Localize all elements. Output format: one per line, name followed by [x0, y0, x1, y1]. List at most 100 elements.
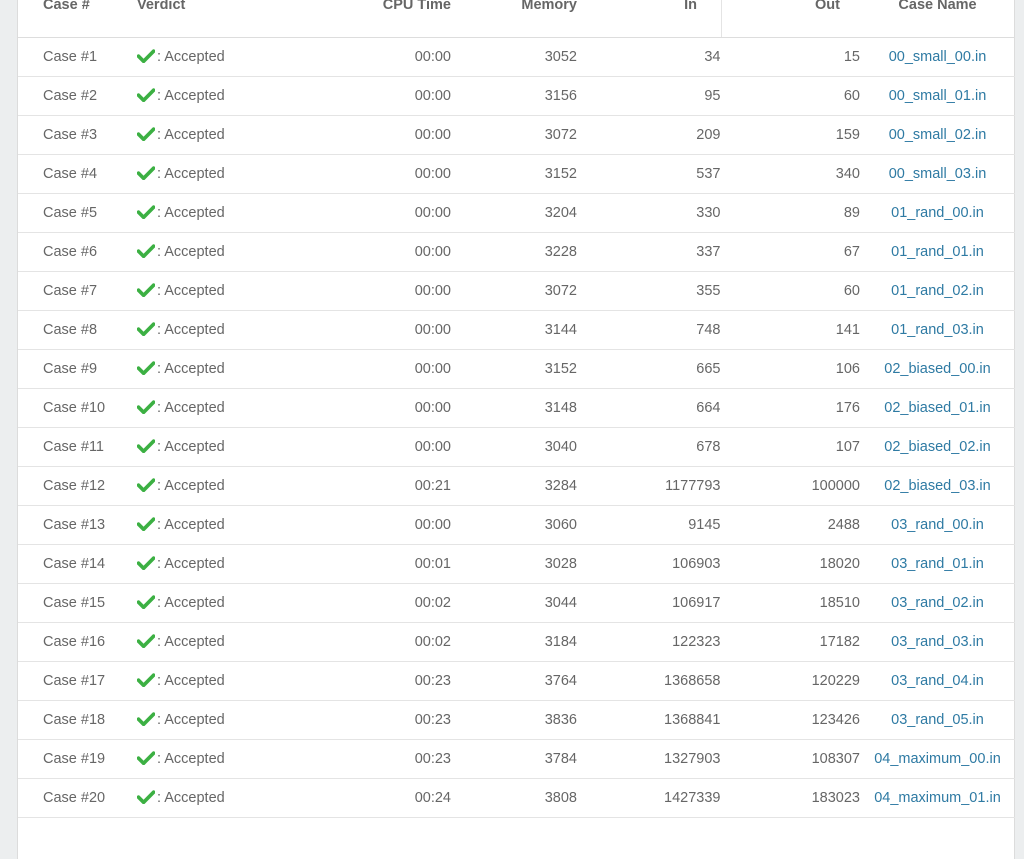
check-icon — [137, 790, 155, 804]
table-row: Case #20 : Accepted 00:24 3808 1427339 1… — [18, 778, 1015, 818]
verdict-label: : Accepted — [157, 400, 225, 416]
header-out[interactable]: Out — [721, 0, 860, 38]
input-size: 95 — [577, 76, 722, 116]
table-row: Case #4 : Accepted 00:00 3152 537 340 00… — [18, 154, 1015, 194]
case-number: Case #11 — [18, 427, 137, 467]
verdict-cell: : Accepted — [137, 115, 243, 155]
input-size: 1327903 — [577, 739, 722, 779]
case-name-link[interactable]: 00_small_02.in — [889, 127, 987, 143]
case-name-link[interactable]: 03_rand_02.in — [891, 595, 984, 611]
case-name-cell: 03_rand_04.in — [860, 661, 1015, 701]
case-name-link[interactable]: 00_small_01.in — [889, 88, 987, 104]
case-number: Case #13 — [18, 505, 137, 545]
case-name-link[interactable]: 03_rand_00.in — [891, 517, 984, 533]
case-name-link[interactable]: 03_rand_05.in — [891, 712, 984, 728]
verdict-label: : Accepted — [157, 361, 225, 377]
case-number: Case #1 — [18, 37, 137, 77]
input-size: 106917 — [577, 583, 722, 623]
case-name-cell: 02_biased_02.in — [860, 427, 1015, 467]
cpu-time: 00:00 — [243, 232, 451, 272]
case-name-cell: 00_small_02.in — [860, 115, 1015, 155]
memory-usage: 3764 — [451, 661, 577, 701]
memory-usage: 3072 — [451, 115, 577, 155]
case-name-cell: 01_rand_03.in — [860, 310, 1015, 350]
memory-usage: 3040 — [451, 427, 577, 467]
case-number: Case #4 — [18, 154, 137, 194]
header-cpu-time[interactable]: CPU Time — [243, 0, 451, 38]
check-icon — [137, 283, 155, 297]
case-name-link[interactable]: 01_rand_03.in — [891, 322, 984, 338]
cpu-time: 00:00 — [243, 505, 451, 545]
output-size: 60 — [721, 271, 860, 311]
case-name-link[interactable]: 00_small_03.in — [889, 166, 987, 182]
case-name-cell: 00_small_03.in — [860, 154, 1015, 194]
case-name-cell: 03_rand_03.in — [860, 622, 1015, 662]
case-name-link[interactable]: 01_rand_02.in — [891, 283, 984, 299]
table-row: Case #2 : Accepted 00:00 3156 95 60 00_s… — [18, 76, 1015, 116]
case-name-link[interactable]: 02_biased_02.in — [884, 439, 990, 455]
case-name-link[interactable]: 02_biased_00.in — [884, 361, 990, 377]
case-name-link[interactable]: 00_small_00.in — [889, 49, 987, 65]
input-size: 209 — [577, 115, 722, 155]
input-size: 330 — [577, 193, 722, 233]
check-icon — [137, 88, 155, 102]
case-name-link[interactable]: 01_rand_00.in — [891, 205, 984, 221]
case-name-link[interactable]: 04_maximum_01.in — [874, 790, 1001, 806]
output-size: 108307 — [721, 739, 860, 779]
cpu-time: 00:24 — [243, 778, 451, 818]
header-memory[interactable]: Memory — [451, 0, 577, 38]
case-name-link[interactable]: 03_rand_04.in — [891, 673, 984, 689]
case-name-cell: 02_biased_00.in — [860, 349, 1015, 389]
output-size: 176 — [721, 388, 860, 428]
header-verdict[interactable]: Verdict — [137, 0, 243, 38]
case-name-cell: 03_rand_02.in — [860, 583, 1015, 623]
verdict-label: : Accepted — [157, 49, 225, 65]
table-row: Case #5 : Accepted 00:00 3204 330 89 01_… — [18, 193, 1015, 233]
verdict-label: : Accepted — [157, 322, 225, 338]
case-name-link[interactable]: 02_biased_01.in — [884, 400, 990, 416]
case-name-cell: 04_maximum_01.in — [860, 778, 1015, 818]
verdict-cell: : Accepted — [137, 544, 243, 584]
cpu-time: 00:23 — [243, 700, 451, 740]
case-name-link[interactable]: 02_biased_03.in — [884, 478, 990, 494]
case-name-cell: 01_rand_02.in — [860, 271, 1015, 311]
verdict-cell: : Accepted — [137, 739, 243, 779]
output-size: 17182 — [721, 622, 860, 662]
case-name-link[interactable]: 01_rand_01.in — [891, 244, 984, 260]
table-row: Case #1 : Accepted 00:00 3052 34 15 00_s… — [18, 37, 1015, 77]
verdict-cell: : Accepted — [137, 661, 243, 701]
verdict-label: : Accepted — [157, 88, 225, 104]
memory-usage: 3184 — [451, 622, 577, 662]
test-cases-table: Case # Verdict CPU Time Memory In Out Ca… — [18, 0, 1015, 818]
header-case[interactable]: Case # — [18, 0, 137, 38]
table-row: Case #14 : Accepted 00:01 3028 106903 18… — [18, 544, 1015, 584]
header-case-name[interactable]: Case Name — [860, 0, 1015, 38]
case-name-link[interactable]: 03_rand_01.in — [891, 556, 984, 572]
cpu-time: 00:02 — [243, 622, 451, 662]
check-icon — [137, 478, 155, 492]
check-icon — [137, 244, 155, 258]
memory-usage: 3808 — [451, 778, 577, 818]
memory-usage: 3284 — [451, 466, 577, 506]
case-number: Case #18 — [18, 700, 137, 740]
verdict-label: : Accepted — [157, 595, 225, 611]
case-number: Case #17 — [18, 661, 137, 701]
output-size: 18020 — [721, 544, 860, 584]
input-size: 355 — [577, 271, 722, 311]
check-icon — [137, 322, 155, 336]
case-name-link[interactable]: 03_rand_03.in — [891, 634, 984, 650]
verdict-cell: : Accepted — [137, 76, 243, 116]
input-size: 122323 — [577, 622, 722, 662]
case-name-cell: 00_small_01.in — [860, 76, 1015, 116]
case-number: Case #15 — [18, 583, 137, 623]
check-icon — [137, 439, 155, 453]
case-name-link[interactable]: 04_maximum_00.in — [874, 751, 1001, 767]
memory-usage: 3052 — [451, 37, 577, 77]
header-in[interactable]: In — [577, 0, 722, 38]
input-size: 1177793 — [577, 466, 722, 506]
header-cpu-label: CPU Time — [382, 0, 451, 13]
cpu-time: 00:23 — [243, 661, 451, 701]
input-size: 748 — [577, 310, 722, 350]
case-number: Case #9 — [18, 349, 137, 389]
check-icon — [137, 205, 155, 219]
